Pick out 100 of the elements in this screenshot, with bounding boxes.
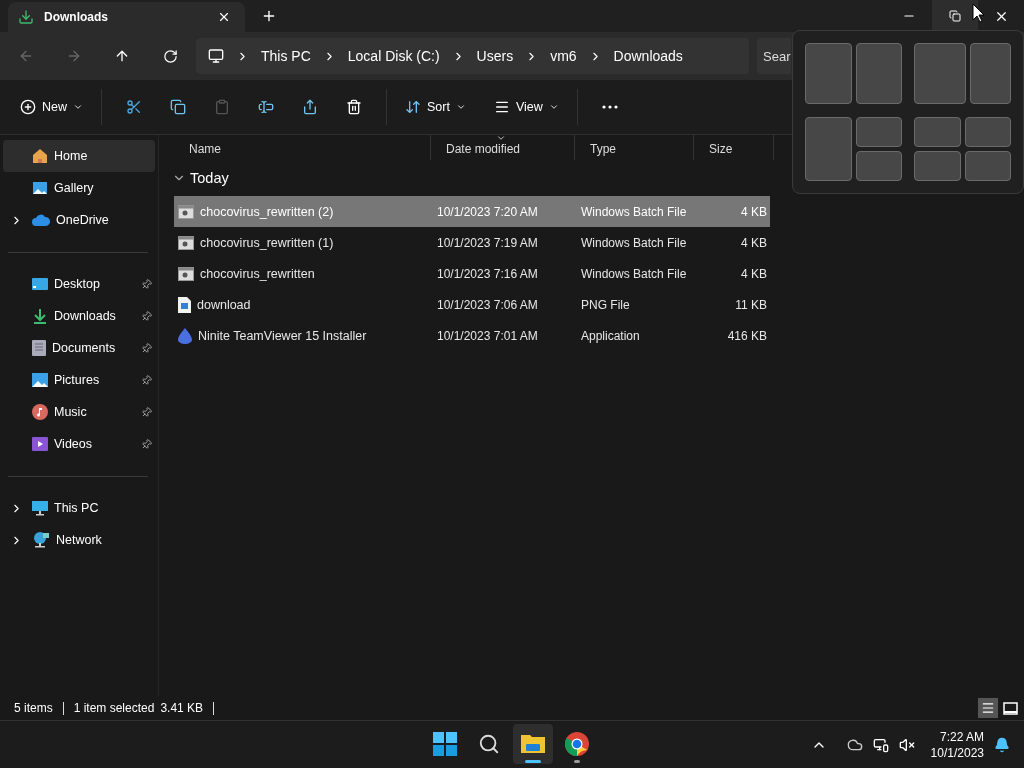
column-header[interactable]: Name — [174, 135, 431, 160]
selection-info: 1 item selected — [73, 701, 155, 715]
column-header[interactable]: Date modified — [431, 135, 575, 160]
arrow-right-icon — [66, 48, 82, 64]
home-icon — [32, 148, 48, 164]
breadcrumb[interactable]: This PC — [261, 48, 311, 64]
details-icon — [981, 701, 995, 715]
app-icon — [178, 327, 192, 344]
document-icon — [32, 340, 46, 356]
caret-icon — [73, 102, 83, 112]
sidebar-label: Desktop — [54, 277, 101, 291]
windows-logo — [433, 732, 457, 756]
sidebar-label: Network — [56, 533, 103, 547]
sidebar-item[interactable]: Network — [3, 524, 155, 556]
file-row[interactable]: chocovirus_rewritten (1) 10/1/2023 7:19 AM Windows Batch File 4 KB — [174, 227, 770, 258]
network-icon[interactable] — [872, 736, 889, 753]
column-header[interactable]: Size — [694, 135, 774, 160]
breadcrumb[interactable]: Downloads — [613, 48, 683, 64]
tab-title: Downloads — [44, 10, 109, 24]
desktop-icon — [32, 277, 48, 291]
file-name: download — [197, 297, 251, 312]
size-cell: 4 KB — [741, 266, 767, 281]
file-row[interactable]: Ninite TeamViewer 15 Installer 10/1/2023 7:01 AM Application 416 KB — [174, 320, 770, 351]
sidebar-item[interactable]: Downloads — [3, 300, 155, 332]
clock[interactable]: 7:22 AM 10/1/2023 — [930, 728, 984, 761]
address-bar[interactable]: This PC Local Disk (C:) Users vm6 Downloads — [196, 38, 749, 74]
sort-button[interactable]: Sort — [399, 89, 472, 125]
sidebar-label: This PC — [54, 501, 100, 515]
refresh-icon — [162, 48, 178, 64]
sidebar-item[interactable]: This PC — [3, 492, 155, 524]
column-header[interactable]: Type — [575, 135, 694, 160]
folder-icon — [521, 733, 545, 755]
running-indicator — [574, 760, 580, 763]
share-icon — [302, 99, 318, 115]
video-icon — [32, 436, 48, 452]
sidebar-item[interactable]: Videos — [3, 428, 155, 460]
file-row[interactable]: chocovirus_rewritten (2) 10/1/2023 7:20 AM Windows Batch File 4 KB — [174, 196, 770, 227]
file-row[interactable]: download 10/1/2023 7:06 AM PNG File 11 KB — [174, 289, 770, 320]
restore-icon — [949, 10, 961, 22]
plus-circle-icon — [20, 99, 36, 115]
monitor-icon — [208, 48, 224, 64]
sidebar-label: Music — [54, 405, 88, 419]
snap-zone[interactable] — [914, 150, 961, 181]
type-cell: Windows Batch File — [581, 235, 687, 250]
item-count: 5 items — [14, 701, 53, 715]
size-cell: 11 KB — [735, 297, 767, 312]
close-icon — [217, 10, 231, 24]
breadcrumb[interactable]: Users — [476, 48, 514, 64]
pictures-icon — [32, 372, 48, 388]
search-field[interactable]: Sear — [757, 38, 791, 74]
sidebar-item[interactable]: Desktop — [3, 268, 155, 300]
size-cell: 4 KB — [741, 235, 767, 250]
volume-muted-icon[interactable] — [898, 736, 915, 753]
gear-file-icon — [178, 266, 194, 281]
sidebar-item[interactable]: Gallery — [3, 172, 155, 204]
sidebar-item[interactable]: OneDrive — [3, 204, 155, 236]
snap-zone[interactable] — [964, 116, 1011, 147]
details-view-button[interactable] — [978, 698, 998, 718]
caret-icon — [455, 102, 466, 112]
type-cell: Application — [581, 328, 640, 343]
image-file-icon — [178, 296, 191, 313]
size-cell: 416 KB — [727, 328, 767, 343]
date-cell: 10/1/2023 7:20 AM — [437, 204, 538, 219]
notification-icon[interactable] — [994, 736, 1010, 753]
running-indicator — [525, 760, 541, 763]
sidebar-label: Videos — [54, 437, 93, 451]
sidebar-label: Pictures — [54, 373, 101, 387]
cursor-icon — [972, 3, 985, 23]
sidebar-label: Gallery — [54, 181, 95, 195]
network-icon — [32, 532, 50, 548]
sidebar-item[interactable]: Documents — [3, 332, 155, 364]
type-cell: PNG File — [581, 297, 630, 312]
sidebar-label: Documents — [52, 341, 117, 355]
sidebar-label: Downloads — [54, 309, 117, 323]
view-button[interactable]: View — [487, 89, 565, 125]
sidebar-item[interactable]: Pictures — [3, 364, 155, 396]
sidebar-item[interactable]: Home — [3, 140, 155, 172]
snap-zone[interactable] — [914, 116, 961, 147]
download-icon — [32, 308, 48, 324]
breadcrumb[interactable]: vm6 — [550, 48, 577, 64]
preview-pane-icon — [1002, 701, 1018, 715]
group-header[interactable]: Today — [166, 160, 235, 196]
sidebar-item[interactable]: Music — [3, 396, 155, 428]
download-icon — [18, 9, 34, 25]
snap-zone[interactable] — [855, 43, 902, 104]
snap-zone[interactable] — [855, 116, 902, 147]
date-cell: 10/1/2023 7:19 AM — [437, 235, 538, 250]
paste-icon — [214, 99, 230, 115]
file-row[interactable]: chocovirus_rewritten 10/1/2023 7:16 AM Windows Batch File 4 KB — [174, 258, 770, 289]
snap-zone[interactable] — [964, 150, 1011, 181]
snap-zone[interactable] — [969, 43, 1011, 104]
window-tab[interactable]: Downloads — [8, 2, 245, 32]
snap-zone[interactable] — [855, 150, 902, 181]
sidebar-label: Home — [54, 149, 89, 163]
new-button[interactable]: New — [14, 89, 89, 125]
breadcrumb[interactable]: Local Disk (C:) — [347, 48, 440, 64]
file-explorer-button[interactable] — [513, 724, 553, 764]
gear-file-icon — [178, 204, 194, 219]
sidebar-label: OneDrive — [56, 213, 110, 227]
gallery-icon — [32, 180, 48, 196]
